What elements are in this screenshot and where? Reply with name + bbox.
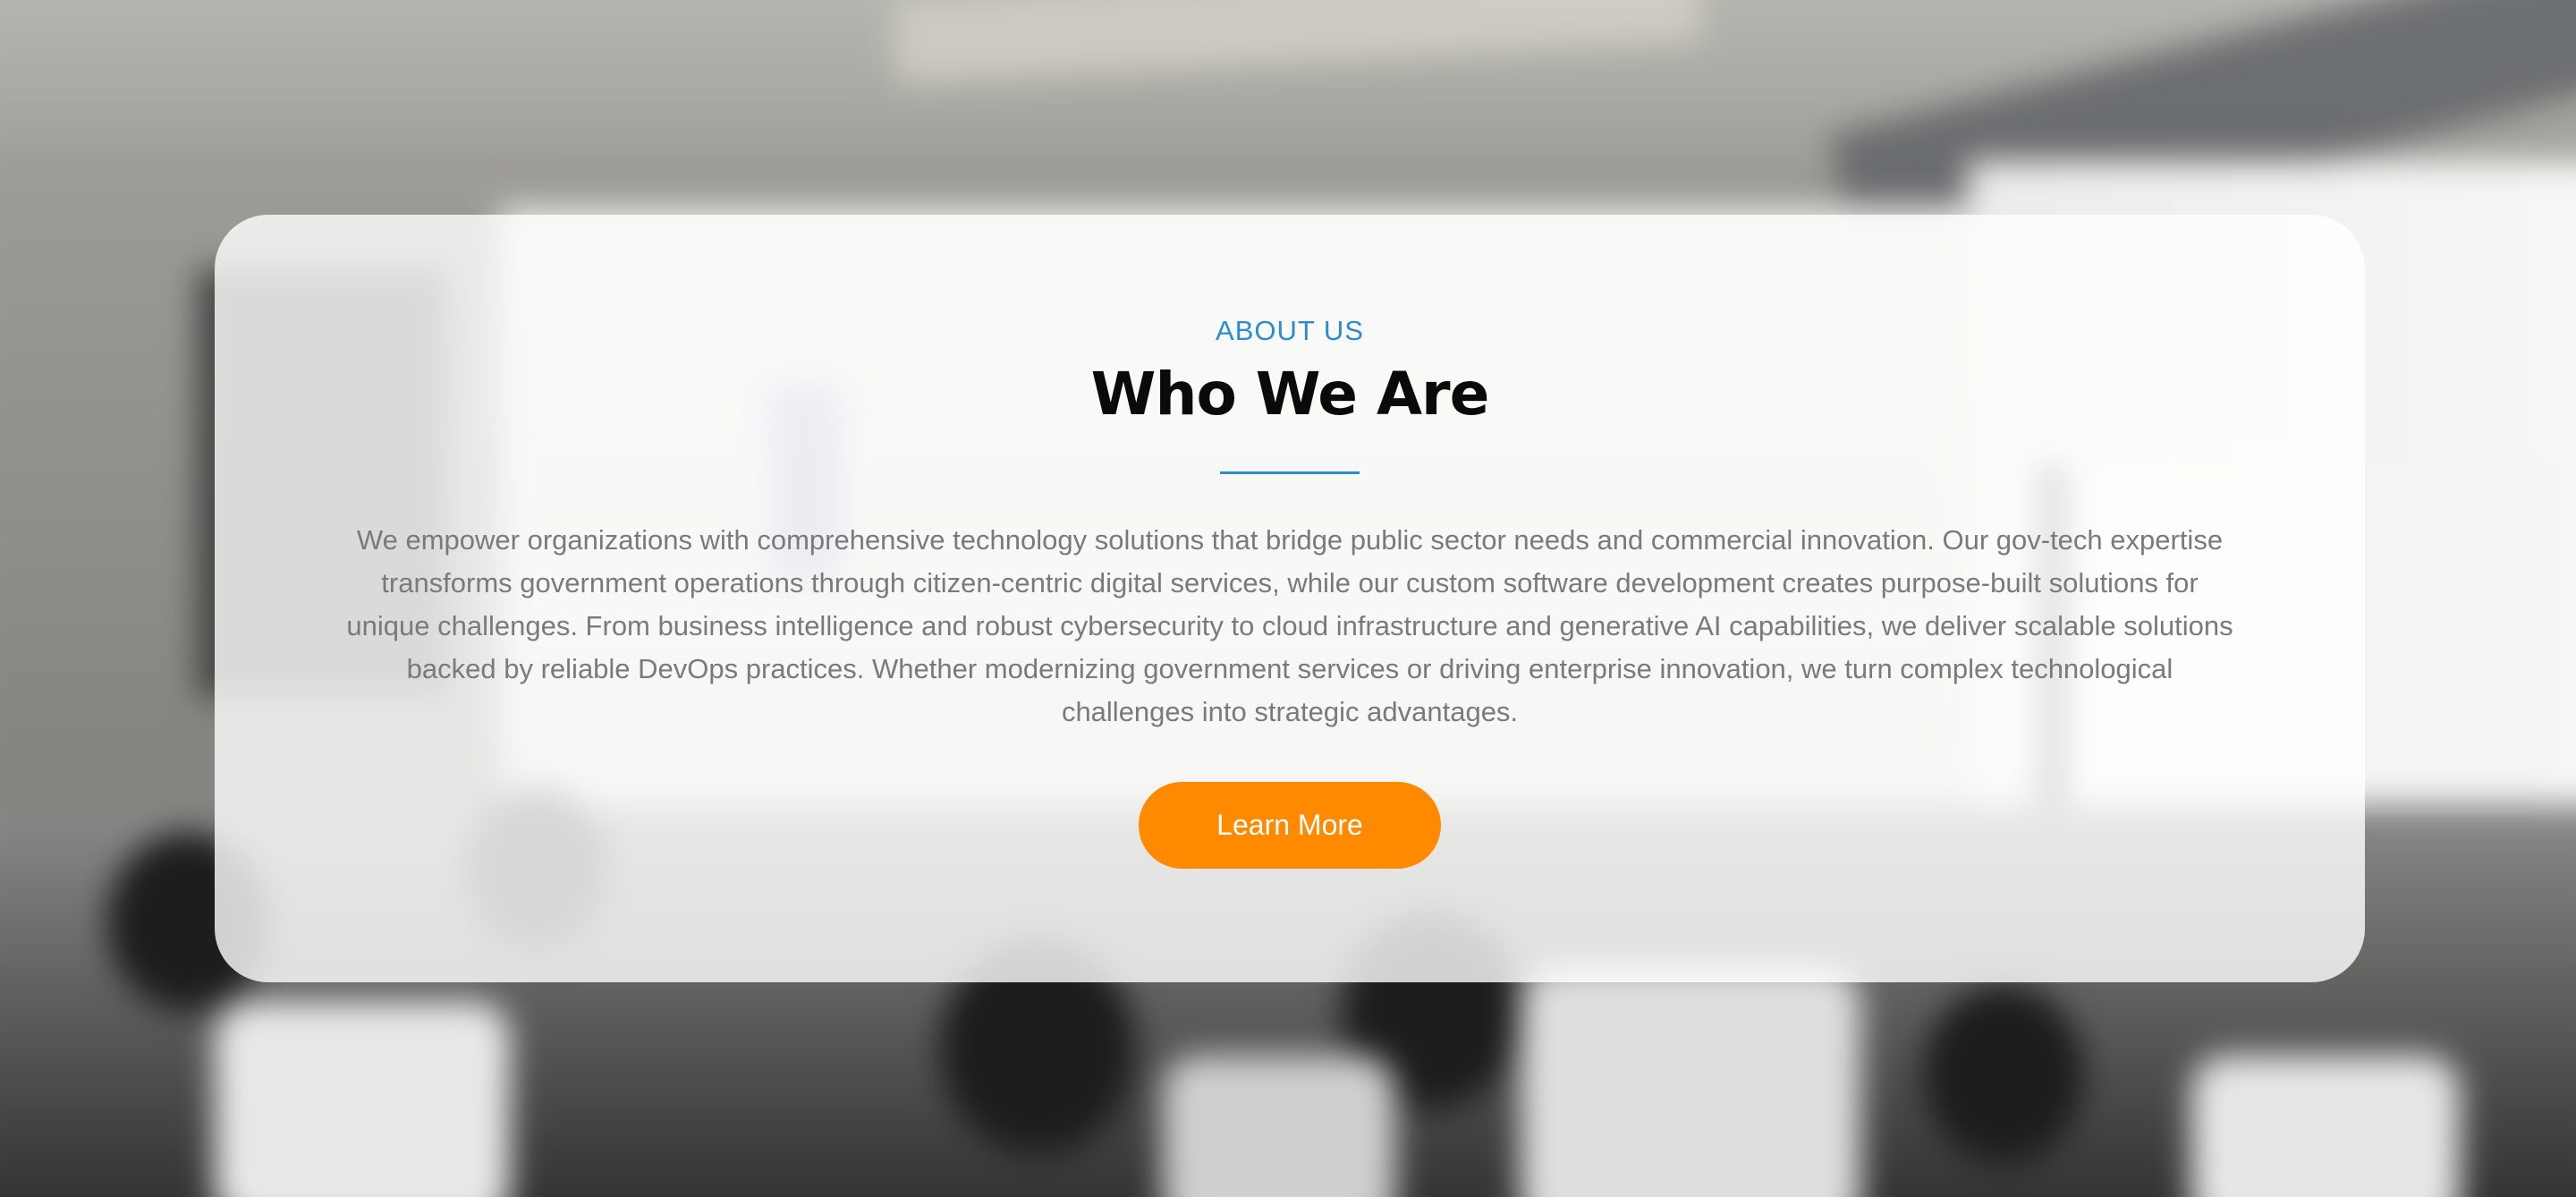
section-eyebrow: ABOUT US — [1216, 315, 1364, 346]
about-card: ABOUT US Who We Are We empower organizat… — [215, 215, 2365, 982]
title-divider — [1220, 471, 1360, 474]
section-title: Who We Are — [1090, 360, 1490, 429]
about-hero-section: ABOUT US Who We Are We empower organizat… — [0, 0, 2576, 1197]
learn-more-button[interactable]: Learn More — [1139, 782, 1441, 869]
about-description: We empower organizations with comprehens… — [346, 524, 2233, 727]
